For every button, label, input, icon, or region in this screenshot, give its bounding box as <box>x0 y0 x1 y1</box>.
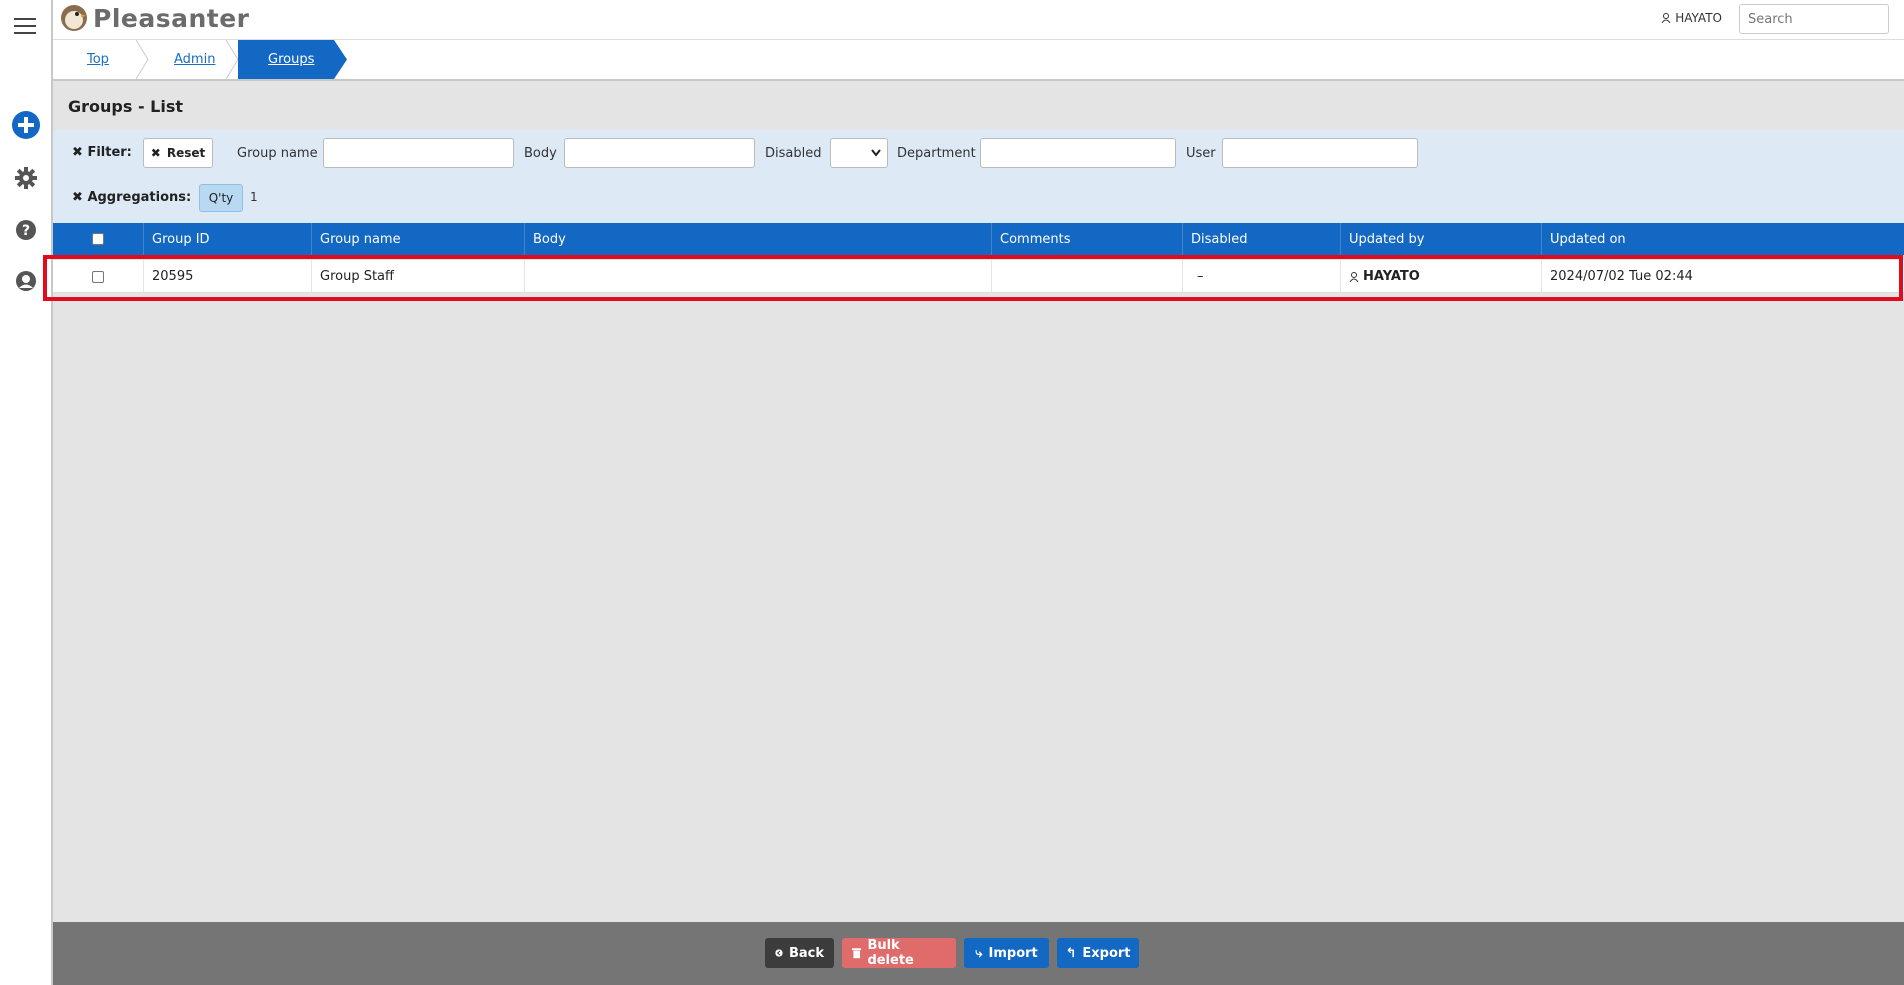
department-filter-input[interactable] <box>980 138 1176 168</box>
column-header-group-name[interactable]: Group name <box>312 223 525 255</box>
search-input[interactable] <box>1739 4 1889 34</box>
svg-text:?: ? <box>22 223 30 239</box>
user-menu[interactable]: HAYATO <box>1661 11 1722 25</box>
quantity-count: 1 <box>250 190 258 204</box>
breadcrumb: Top Admin Groups <box>53 40 1904 81</box>
user-icon <box>1661 13 1671 23</box>
filter-department-label: Department <box>897 146 976 161</box>
quantity-aggregation-chip[interactable]: Q'ty <box>199 184 243 212</box>
column-header-disabled[interactable]: Disabled <box>1183 223 1341 255</box>
filter-label[interactable]: ✖ Filter: <box>72 145 132 160</box>
breadcrumb-top[interactable]: Top <box>87 40 109 79</box>
export-icon: ↰ <box>1065 945 1077 961</box>
breadcrumb-separator <box>135 40 149 79</box>
disabled-filter-select[interactable] <box>830 138 888 168</box>
help-icon[interactable]: ? <box>11 215 41 245</box>
breadcrumb-admin[interactable]: Admin <box>174 40 215 79</box>
back-button[interactable]: Back <box>765 938 834 968</box>
import-icon: ⤷ <box>975 945 983 961</box>
select-all-checkbox[interactable] <box>92 233 104 245</box>
logo-text: Pleasanter <box>93 3 250 33</box>
user-name: HAYATO <box>1675 11 1722 25</box>
bulk-delete-button[interactable]: Bulk delete <box>842 938 956 968</box>
left-rail: ? <box>0 0 53 985</box>
body-filter-input[interactable] <box>564 138 755 168</box>
logo[interactable]: Pleasanter <box>59 3 250 33</box>
column-header-body[interactable]: Body <box>525 223 992 255</box>
top-header: Pleasanter HAYATO <box>53 0 1904 40</box>
import-label: Import <box>988 945 1038 961</box>
filter-panel: ✖ Filter: ✖ Reset Group name Body Disabl… <box>53 130 1904 223</box>
breadcrumb-groups-link[interactable]: Groups <box>268 52 314 67</box>
user-filter-input[interactable] <box>1222 138 1418 168</box>
add-icon[interactable] <box>11 110 41 140</box>
export-button[interactable]: ↰ Export <box>1057 938 1139 968</box>
select-all-cell <box>53 223 144 255</box>
breadcrumb-admin-link[interactable]: Admin <box>174 52 215 67</box>
footer-buttons: Back Bulk delete ⤷ Import ↰ Export <box>765 938 1139 968</box>
reset-label: Reset <box>166 146 206 160</box>
filter-user-label: User <box>1186 146 1216 161</box>
collapse-icon: ✖ <box>72 145 83 160</box>
table-header-row: Group ID Group name Body Comments Disabl… <box>53 223 1904 255</box>
column-header-comments[interactable]: Comments <box>992 223 1183 255</box>
aggregations-label-text: Aggregations: <box>87 190 192 205</box>
breadcrumb-separator <box>225 40 239 79</box>
column-header-updated-by[interactable]: Updated by <box>1341 223 1542 255</box>
import-button[interactable]: ⤷ Import <box>964 938 1049 968</box>
logo-bird-icon <box>61 5 87 31</box>
close-icon: ✖ <box>150 146 161 160</box>
filter-disabled-label: Disabled <box>765 146 822 161</box>
row-highlight-box <box>43 255 1903 301</box>
trash-icon <box>852 948 862 959</box>
gear-icon[interactable] <box>11 163 41 193</box>
column-header-updated-on[interactable]: Updated on <box>1542 223 1904 255</box>
back-label: Back <box>788 945 824 961</box>
filter-body-label: Body <box>524 146 557 161</box>
breadcrumb-groups[interactable]: Groups <box>238 40 334 79</box>
user-circle-icon[interactable] <box>11 266 41 296</box>
page-title: Groups - List <box>68 97 184 116</box>
export-label: Export <box>1082 945 1131 961</box>
menu-icon[interactable] <box>14 18 36 34</box>
filter-group-name-label: Group name <box>237 146 318 161</box>
bulk-delete-label: Bulk delete <box>867 938 914 968</box>
footer-bar: Back Bulk delete ⤷ Import ↰ Export <box>53 922 1904 985</box>
column-header-group-id[interactable]: Group ID <box>144 223 312 255</box>
chevron-down-icon <box>871 149 881 157</box>
group-name-filter-input[interactable] <box>323 138 514 168</box>
breadcrumb-top-link[interactable]: Top <box>87 52 109 67</box>
reset-button[interactable]: ✖ Reset <box>143 138 213 168</box>
back-icon <box>775 949 783 957</box>
aggregations-label[interactable]: ✖ Aggregations: <box>72 190 191 205</box>
collapse-icon: ✖ <box>72 190 83 205</box>
filter-label-text: Filter: <box>87 145 132 160</box>
breadcrumb-active-arrow <box>334 40 347 79</box>
